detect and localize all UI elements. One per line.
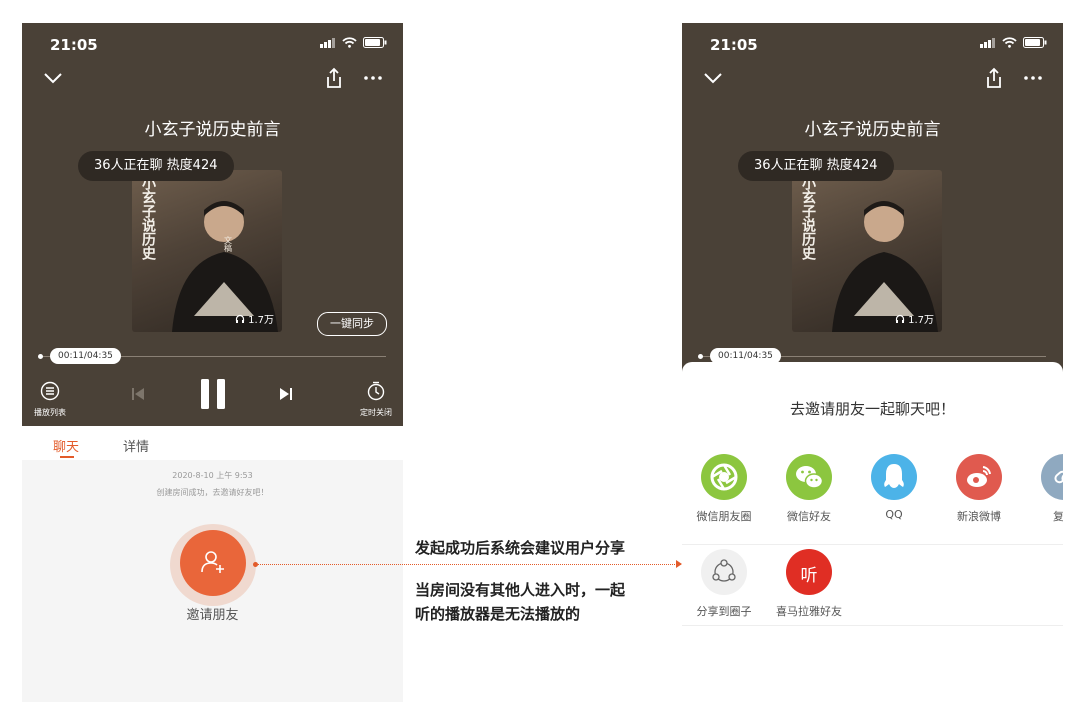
status-bar: 21:05 [22,23,403,63]
qq-icon [871,454,917,500]
share-weibo[interactable]: 新浪微博 [941,454,1017,524]
share-label-ximalaya: 喜马拉雅好友 [776,605,842,618]
page-title: 小玄子说历史前言 [804,120,941,140]
share-label-qq: QQ [885,508,903,521]
share-row-divider [682,544,1063,545]
progress-time: 00:11/04:35 [50,348,121,364]
cover-calligraphy: 小玄子说历史 [140,176,156,260]
annotation-connector [255,564,681,565]
battery-icon [1023,37,1047,48]
tab-chat[interactable]: 聊天 [53,436,79,455]
share-copy-link[interactable]: 复制 [1026,454,1063,524]
signal-icon [980,37,995,48]
status-bar: 21:05 [682,23,1063,63]
timer-label: 定时关闭 [360,408,392,417]
progress-handle[interactable] [38,354,43,359]
pause-icon[interactable] [197,377,229,411]
sleep-timer-button[interactable]: 定时关闭 [356,381,396,418]
share-icon[interactable] [323,67,345,89]
play-count-value: 1.7万 [908,315,934,326]
share-label-circle: 分享到圈子 [696,605,752,618]
wechat-moments-icon [701,454,747,500]
signal-icon [320,37,335,48]
chat-timestamp: 2020-8-10 上午 9:53 [172,471,253,480]
headphones-icon [895,314,905,323]
album-cover: 小玄子说历史 1.7万 [792,170,942,332]
add-user-icon [201,551,224,573]
circle-share-icon [701,549,747,595]
share-wechat-moments[interactable]: 微信朋友圈 [686,454,762,524]
status-icons [320,37,387,48]
tab-bar: 聊天 详情 [22,426,403,460]
sync-button[interactable]: 一键同步 [317,312,387,336]
share-qq[interactable]: QQ [856,454,932,521]
wechat-icon [786,454,832,500]
play-count-value: 1.7万 [248,315,274,326]
ximalaya-glyph: 听 [800,566,818,586]
battery-icon [363,37,387,48]
invite-friends-label: 邀请朋友 [186,608,239,623]
share-wechat-friend[interactable]: 微信好友 [771,454,847,524]
more-icon[interactable] [361,67,385,89]
wifi-icon [1002,37,1017,48]
playlist-label: 播放列表 [34,408,66,417]
share-sheet: 去邀请朋友一起聊天吧！ 微信朋友圈 微信好友 QQ 新浪微博 复 分享到圈子 听… [682,362,1063,702]
svg-text:文稿: 文稿 [224,235,233,253]
share-label-copy: 复制 [1053,510,1063,523]
share-label-weibo: 新浪微博 [957,510,1001,523]
share-label-wechat: 微信好友 [787,510,831,523]
chat-status-pill[interactable]: 36人正在聊 热度424 [738,151,894,181]
wifi-icon [342,37,357,48]
phone-screen-right: 21:05 小玄子说历史前言 小玄子说历史 1.7万 36人正在聊 热度424 … [682,23,1063,702]
ximalaya-icon: 听 [786,549,832,595]
status-icons [980,37,1047,48]
more-icon[interactable] [1021,67,1045,89]
chat-status-pill[interactable]: 36人正在聊 热度424 [78,151,234,181]
chat-area: 2020-8-10 上午 9:53 创建房间成功，去邀请好友吧！ 邀请朋友 [22,460,403,702]
tab-detail[interactable]: 详情 [123,436,149,455]
play-count: 1.7万 [895,311,934,326]
album-cover: 文稿 小玄子说历史 1.7万 [132,170,282,332]
player-panel: 21:05 小玄子说历史前言 文稿 小玄子说历史 1.7万 36人正在聊 热度4… [22,23,403,426]
cover-calligraphy: 小玄子说历史 [800,176,816,260]
phone-screen-left: 21:05 小玄子说历史前言 文稿 小玄子说历史 1.7万 36人正在聊 热度4… [22,23,403,702]
timer-icon [367,381,385,401]
share-label-moments: 微信朋友圈 [696,510,752,523]
progress-handle[interactable] [698,354,703,359]
annotation-line-2: 当房间没有其他人进入时，一起 [415,581,626,599]
invite-friends-button[interactable] [180,530,246,596]
share-to-circle[interactable]: 分享到圈子 [686,549,762,619]
next-icon[interactable] [278,386,294,402]
page-title: 小玄子说历史前言 [144,120,281,140]
copy-link-icon [1041,454,1063,500]
status-time: 21:05 [710,36,758,54]
share-sheet-title: 去邀请朋友一起聊天吧！ [789,400,955,418]
playlist-icon [40,381,60,401]
share-sheet-bottom-divider [682,625,1063,626]
previous-icon[interactable] [130,386,146,402]
status-time: 21:05 [50,36,98,54]
share-ximalaya-friend[interactable]: 听 喜马拉雅好友 [771,549,847,619]
annotation-line-1: 发起成功后系统会建议用户分享 [415,539,626,557]
play-count: 1.7万 [235,311,274,326]
active-tab-indicator [60,456,74,458]
annotation-line-3: 听的播放器是无法播放的 [415,605,581,623]
share-icon[interactable] [983,67,1005,89]
weibo-icon [956,454,1002,500]
chevron-down-icon[interactable] [42,69,64,87]
chevron-down-icon[interactable] [702,69,724,87]
system-message: 创建房间成功，去邀请好友吧！ [156,488,269,497]
headphones-icon [235,314,245,323]
playlist-button[interactable]: 播放列表 [30,381,70,418]
